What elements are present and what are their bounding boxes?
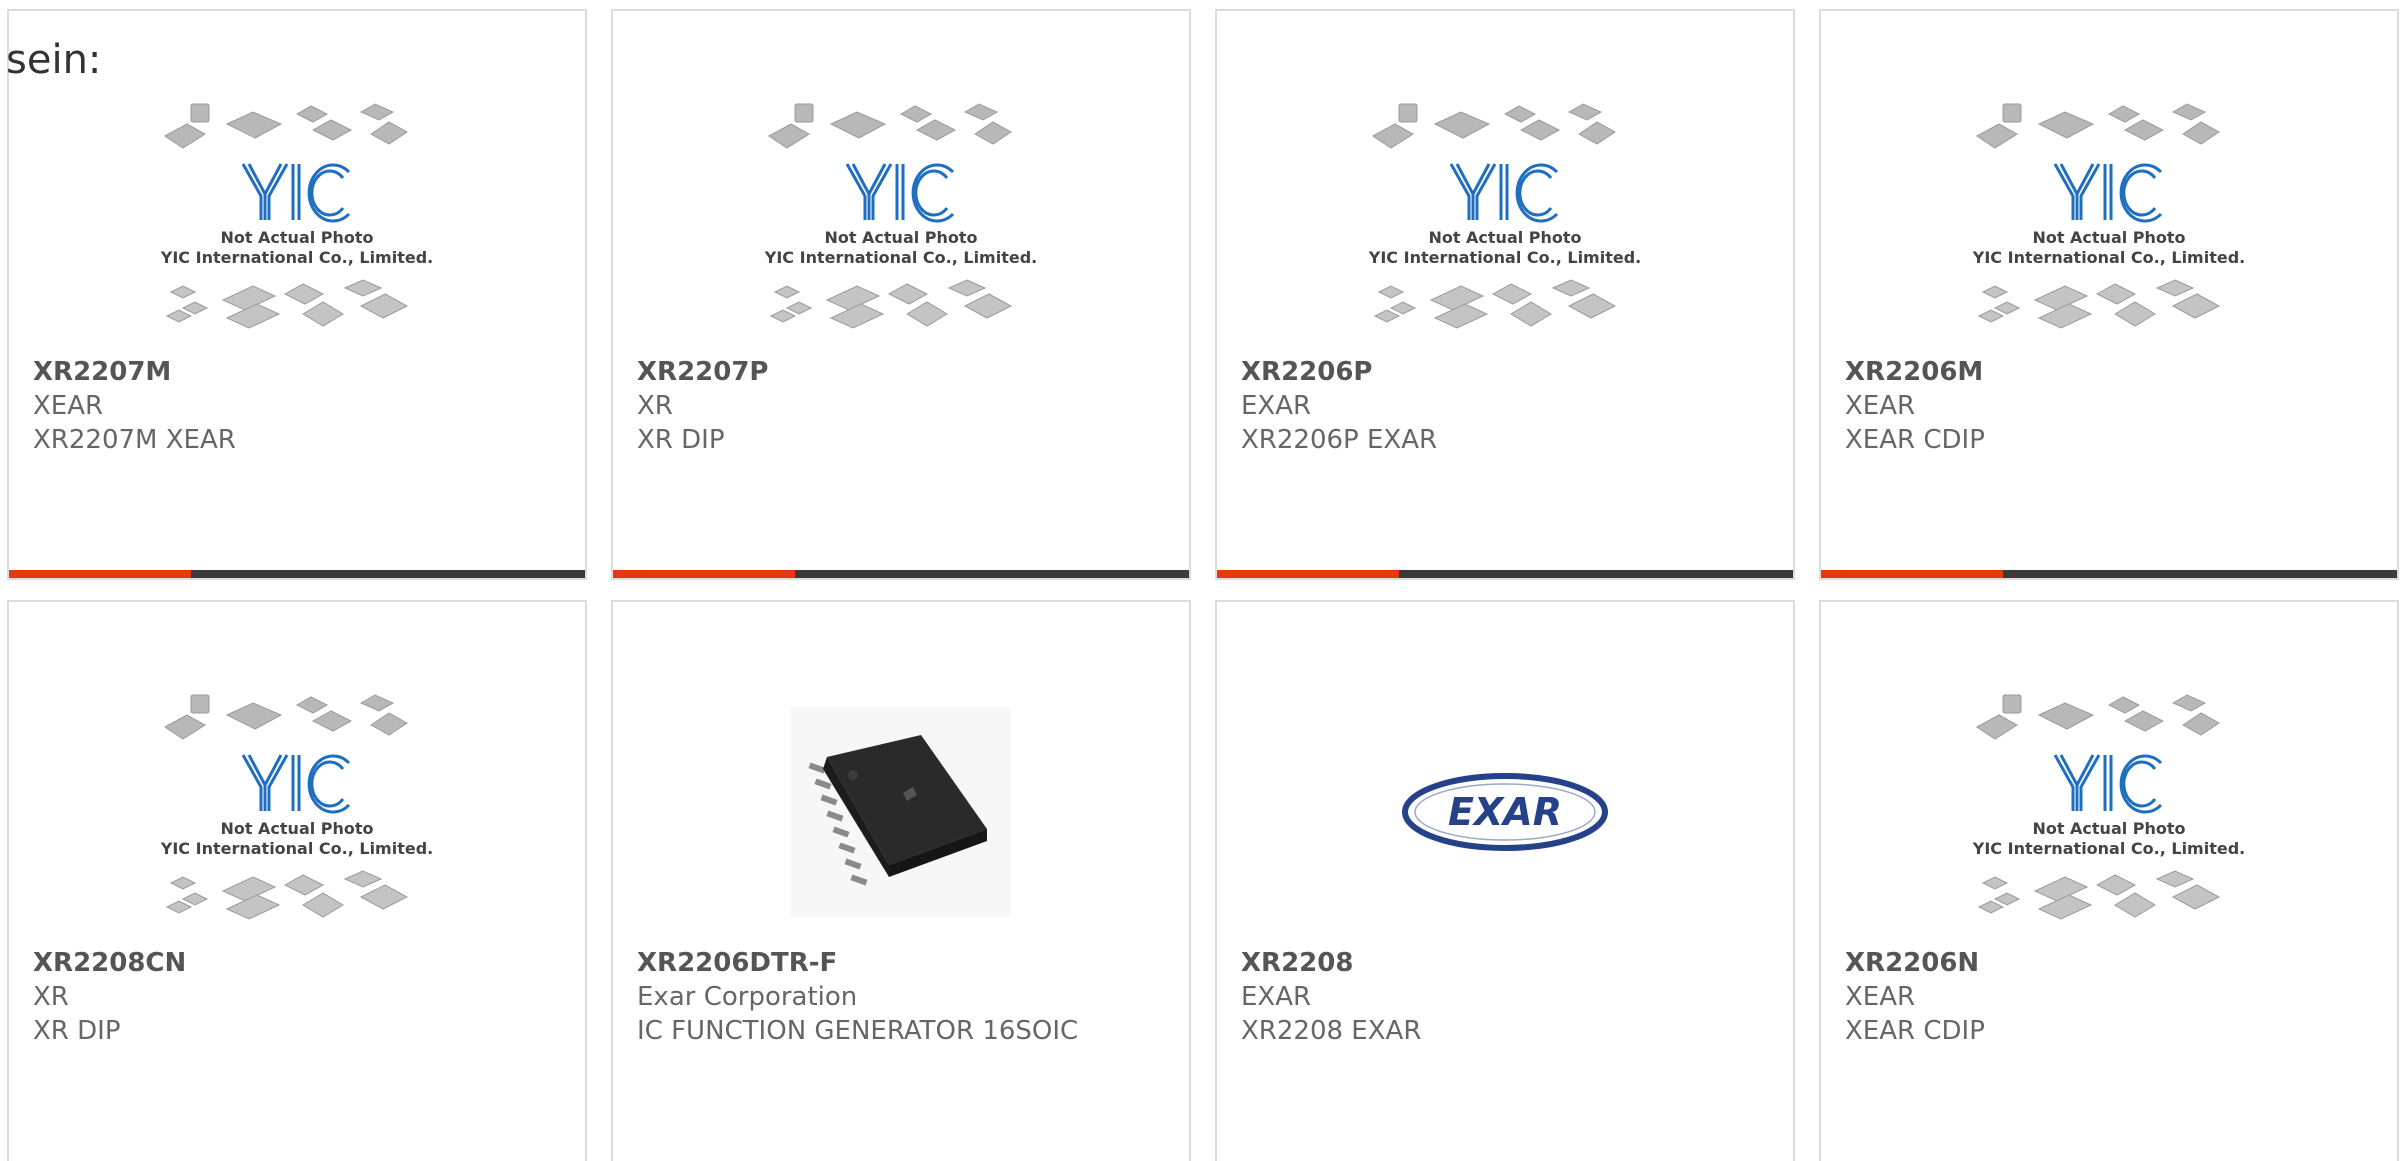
yic-placeholder-image: Not Actual Photo YIC International Co., … — [1972, 694, 2245, 920]
placeholder-line1: Not Actual Photo — [1428, 228, 1581, 247]
product-info: XR2206DTR-F Exar Corporation IC FUNCTION G… — [637, 946, 1165, 1048]
product-card[interactable]: Not Actual Photo YIC International Co., … — [1819, 600, 2399, 1161]
product-image[interactable]: Not Actual Photo YIC International Co., … — [1217, 91, 1793, 351]
yic-placeholder-image: Not Actual Photo YIC International Co., … — [160, 103, 433, 329]
product-image[interactable] — [613, 682, 1189, 942]
product-manufacturer: XEAR — [33, 391, 104, 421]
product-image[interactable]: Not Actual Photo YIC International Co., … — [1821, 682, 2397, 942]
product-part-number[interactable]: XR2206DTR-F — [637, 946, 1165, 980]
product-description: XR2208 EXAR — [1241, 1016, 1422, 1046]
product-info: XR2206M XEAR XEAR CDIP — [1845, 355, 2373, 457]
yic-placeholder-image: Not Actual Photo YIC International Co., … — [1972, 103, 2245, 329]
product-card[interactable]: Not Actual Photo YIC International Co., … — [7, 9, 587, 580]
placeholder-line1: Not Actual Photo — [2032, 228, 2185, 247]
product-info: XR2206P EXAR XR2206P EXAR — [1241, 355, 1769, 457]
product-info: XR2208 EXAR XR2208 EXAR — [1241, 946, 1769, 1048]
product-info: XR2208CN XR XR DIP — [33, 946, 561, 1048]
yic-placeholder-image: Not Actual Photo YIC International Co., … — [764, 103, 1037, 329]
card-hover-bar — [9, 570, 585, 578]
card-bar-rest — [795, 570, 1189, 578]
product-image[interactable]: Not Actual Photo YIC International Co., … — [9, 91, 585, 351]
card-bar-accent — [1217, 570, 1399, 578]
yic-placeholder-image: Not Actual Photo YIC International Co., … — [1368, 103, 1641, 329]
placeholder-line2: YIC International Co., Limited. — [764, 248, 1037, 267]
exar-logo: EXAR — [1402, 773, 1608, 851]
product-part-number[interactable]: XR2207P — [637, 355, 1165, 389]
product-card[interactable]: Not Actual Photo YIC International Co., … — [611, 9, 1191, 580]
product-card[interactable]: EXAR XR2208 EXAR XR2208 EXAR — [1215, 600, 1795, 1161]
product-card[interactable]: Not Actual Photo YIC International Co., … — [1215, 9, 1795, 580]
placeholder-line1: Not Actual Photo — [824, 228, 977, 247]
product-card[interactable]: Not Actual Photo YIC International Co., … — [1819, 9, 2399, 580]
card-hover-bar — [1821, 570, 2397, 578]
product-grid-page: sein: Not Actual Photo YIC International… — [0, 0, 2400, 1161]
product-info: XR2207P XR XR DIP — [637, 355, 1165, 457]
product-manufacturer: EXAR — [1241, 391, 1312, 421]
product-manufacturer: Exar Corporation — [637, 982, 858, 1012]
product-image[interactable]: Not Actual Photo YIC International Co., … — [9, 682, 585, 942]
yic-placeholder-image: Not Actual Photo YIC International Co., … — [160, 694, 433, 920]
product-description: XR DIP — [33, 1016, 121, 1046]
placeholder-line2: YIC International Co., Limited. — [1972, 248, 2245, 267]
product-manufacturer: XEAR — [1845, 982, 1916, 1012]
product-info: XR2206N XEAR XEAR CDIP — [1845, 946, 2373, 1048]
product-info: XR2207M XEAR XR2207M XEAR — [33, 355, 561, 457]
product-manufacturer: XR — [637, 391, 673, 421]
product-description: XEAR CDIP — [1845, 425, 1985, 455]
product-manufacturer: XEAR — [1845, 391, 1916, 421]
card-bar-rest — [2003, 570, 2397, 578]
card-hover-bar — [613, 570, 1189, 578]
placeholder-line2: YIC International Co., Limited. — [1972, 839, 2245, 858]
product-description: IC FUNCTION GENERATOR 16SOIC — [637, 1016, 1079, 1046]
card-bar-rest — [191, 570, 585, 578]
card-bar-accent — [9, 570, 191, 578]
placeholder-line2: YIC International Co., Limited. — [1368, 248, 1641, 267]
product-card[interactable]: Not Actual Photo YIC International Co., … — [7, 600, 587, 1161]
product-part-number[interactable]: XR2207M — [33, 355, 561, 389]
product-image[interactable]: Not Actual Photo YIC International Co., … — [1821, 91, 2397, 351]
product-description: XEAR CDIP — [1845, 1016, 1985, 1046]
placeholder-line2: YIC International Co., Limited. — [160, 839, 433, 858]
product-description: XR2206P EXAR — [1241, 425, 1438, 455]
card-bar-rest — [1399, 570, 1793, 578]
placeholder-line1: Not Actual Photo — [220, 819, 373, 838]
product-description: XR2207M XEAR — [33, 425, 236, 455]
product-part-number[interactable]: XR2208CN — [33, 946, 561, 980]
product-grid: Not Actual Photo YIC International Co., … — [7, 9, 2399, 1161]
soic-chip-photo — [791, 707, 1011, 917]
product-image[interactable]: EXAR — [1217, 682, 1793, 942]
card-bar-accent — [613, 570, 795, 578]
product-image[interactable]: Not Actual Photo YIC International Co., … — [613, 91, 1189, 351]
product-part-number[interactable]: XR2208 — [1241, 946, 1769, 980]
placeholder-line2: YIC International Co., Limited. — [160, 248, 433, 267]
card-bar-accent — [1821, 570, 2003, 578]
product-description: XR DIP — [637, 425, 725, 455]
card-hover-bar — [1217, 570, 1793, 578]
intro-text: sein: — [6, 37, 102, 83]
product-manufacturer: XR — [33, 982, 69, 1012]
placeholder-line1: Not Actual Photo — [2032, 819, 2185, 838]
product-part-number[interactable]: XR2206P — [1241, 355, 1769, 389]
exar-logo-text: EXAR — [1448, 790, 1562, 834]
product-manufacturer: EXAR — [1241, 982, 1312, 1012]
placeholder-line1: Not Actual Photo — [220, 228, 373, 247]
product-part-number[interactable]: XR2206M — [1845, 355, 2373, 389]
product-card[interactable]: XR2206DTR-F Exar Corporation IC FUNCTION G… — [611, 600, 1191, 1161]
product-part-number[interactable]: XR2206N — [1845, 946, 2373, 980]
